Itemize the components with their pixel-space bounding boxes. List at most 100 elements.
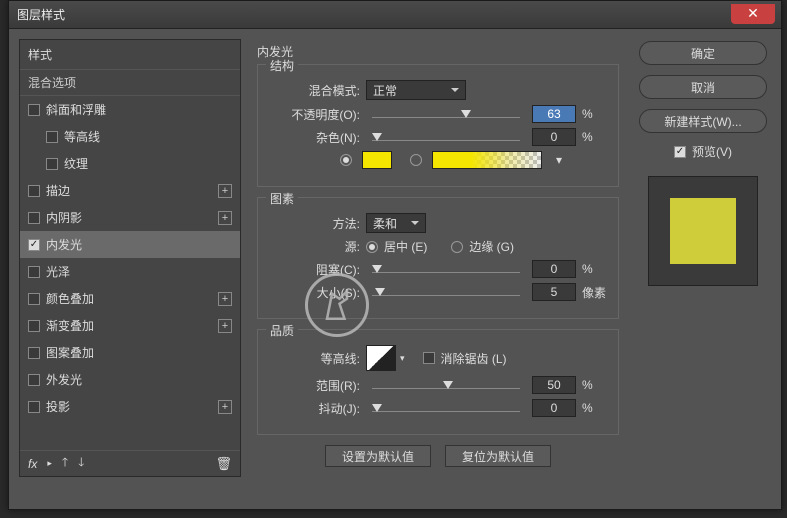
add-effect-icon[interactable]: + xyxy=(218,184,232,198)
style-item-9[interactable]: 图案叠加 xyxy=(20,339,240,366)
range-slider[interactable] xyxy=(372,377,520,393)
styles-header: 样式 xyxy=(20,40,240,70)
color-swatch[interactable] xyxy=(362,151,392,169)
style-checkbox[interactable] xyxy=(28,266,40,278)
size-input[interactable]: 5 xyxy=(532,283,576,301)
style-item-5[interactable]: 内发光 xyxy=(20,231,240,258)
style-label: 内发光 xyxy=(46,236,82,253)
style-label: 颜色叠加 xyxy=(46,290,94,307)
style-label: 渐变叠加 xyxy=(46,317,94,334)
style-item-0[interactable]: 斜面和浮雕 xyxy=(20,96,240,123)
structure-group: 结构 混合模式: 正常 不透明度(O): 63 % 杂色(N): 0 % xyxy=(257,64,619,187)
blend-mode-label: 混合模式: xyxy=(270,82,360,99)
range-label: 范围(R): xyxy=(270,377,360,394)
style-item-6[interactable]: 光泽 xyxy=(20,258,240,285)
style-label: 光泽 xyxy=(46,263,70,280)
jitter-input[interactable]: 0 xyxy=(532,399,576,417)
preview-swatch xyxy=(670,198,736,264)
style-item-8[interactable]: 渐变叠加 + xyxy=(20,312,240,339)
preview-checkbox[interactable] xyxy=(674,146,686,158)
style-item-1[interactable]: 等高线 xyxy=(20,123,240,150)
style-label: 描边 xyxy=(46,182,70,199)
choke-slider[interactable] xyxy=(372,261,520,277)
opacity-unit: % xyxy=(582,107,606,121)
contour-picker[interactable] xyxy=(366,345,396,371)
opacity-input[interactable]: 63 xyxy=(532,105,576,123)
style-item-10[interactable]: 外发光 xyxy=(20,366,240,393)
style-checkbox[interactable] xyxy=(28,185,40,197)
blend-mode-select[interactable]: 正常 xyxy=(366,80,466,100)
quality-legend: 品质 xyxy=(266,322,298,339)
new-style-button[interactable]: 新建样式(W)... xyxy=(639,109,767,133)
styles-list-panel: 样式 混合选项 斜面和浮雕等高线纹理描边 + 内阴影 + 内发光光泽颜色叠加 + 渐变叠加 +… xyxy=(19,39,241,477)
technique-select[interactable]: 柔和 xyxy=(366,213,426,233)
style-item-11[interactable]: 投影+ xyxy=(20,393,240,420)
blend-options-item[interactable]: 混合选项 xyxy=(20,70,240,96)
ok-button[interactable]: 确定 xyxy=(639,41,767,65)
gradient-radio[interactable] xyxy=(410,154,422,166)
style-label: 等高线 xyxy=(64,128,100,145)
style-checkbox[interactable] xyxy=(28,212,40,224)
add-effect-icon[interactable]: + xyxy=(218,319,232,333)
style-checkbox[interactable] xyxy=(28,239,40,251)
range-input[interactable]: 50 xyxy=(532,376,576,394)
noise-input[interactable]: 0 xyxy=(532,128,576,146)
size-label: 大小(S): xyxy=(270,284,360,301)
jitter-slider[interactable] xyxy=(372,400,520,416)
contour-label: 等高线: xyxy=(270,350,360,367)
gradient-swatch[interactable] xyxy=(432,151,542,169)
noise-unit: % xyxy=(582,130,606,144)
color-radio[interactable] xyxy=(340,154,352,166)
close-button[interactable]: ✕ xyxy=(731,4,775,24)
cancel-button[interactable]: 取消 xyxy=(639,75,767,99)
add-effect-icon[interactable]: + xyxy=(218,292,232,306)
size-slider[interactable] xyxy=(372,284,520,300)
opacity-slider[interactable] xyxy=(372,106,520,122)
style-checkbox[interactable] xyxy=(46,158,58,170)
style-item-3[interactable]: 描边 + xyxy=(20,177,240,204)
style-checkbox[interactable] xyxy=(46,131,58,143)
make-default-button[interactable]: 设置为默认值 xyxy=(325,445,431,467)
antialias-label: 消除锯齿 (L) xyxy=(441,350,507,367)
style-checkbox[interactable] xyxy=(28,293,40,305)
styles-footer: fx ▸ 🡑 🡓 🗑 xyxy=(20,450,240,476)
preview-label: 预览(V) xyxy=(692,143,732,160)
size-unit: 像素 xyxy=(582,284,606,301)
style-label: 内阴影 xyxy=(46,209,82,226)
fx-icon[interactable]: fx xyxy=(28,457,37,471)
range-unit: % xyxy=(582,378,606,392)
style-checkbox[interactable] xyxy=(28,374,40,386)
source-edge-label: 边缘 (G) xyxy=(469,238,514,255)
style-checkbox[interactable] xyxy=(28,401,40,413)
effect-title: 内发光 xyxy=(257,43,619,60)
move-up-icon[interactable]: 🡑 xyxy=(62,453,68,474)
choke-input[interactable]: 0 xyxy=(532,260,576,278)
source-edge-radio[interactable] xyxy=(451,241,463,253)
source-center-radio[interactable] xyxy=(366,241,378,253)
gradient-dropdown-icon[interactable]: ▾ xyxy=(552,153,566,167)
jitter-unit: % xyxy=(582,401,606,415)
style-item-7[interactable]: 颜色叠加 + xyxy=(20,285,240,312)
settings-panel: 内发光 结构 混合模式: 正常 不透明度(O): 63 % 杂色(N): 0 xyxy=(249,39,627,477)
trash-icon[interactable]: 🗑 xyxy=(215,456,232,472)
technique-label: 方法: xyxy=(270,215,360,232)
antialias-checkbox[interactable] xyxy=(423,352,435,364)
quality-group: 品质 等高线: ▾ 消除锯齿 (L) 范围(R): 50 % 抖动(J): xyxy=(257,329,619,435)
style-item-4[interactable]: 内阴影 + xyxy=(20,204,240,231)
style-checkbox[interactable] xyxy=(28,104,40,116)
move-down-icon[interactable]: 🡓 xyxy=(78,453,84,474)
add-effect-icon[interactable]: + xyxy=(218,400,232,414)
style-label: 纹理 xyxy=(64,155,88,172)
add-effect-icon[interactable]: + xyxy=(218,211,232,225)
style-label: 图案叠加 xyxy=(46,344,94,361)
noise-slider[interactable] xyxy=(372,129,520,145)
source-center-label: 居中 (E) xyxy=(384,238,427,255)
style-checkbox[interactable] xyxy=(28,347,40,359)
reset-default-button[interactable]: 复位为默认值 xyxy=(445,445,551,467)
jitter-label: 抖动(J): xyxy=(270,400,360,417)
preview-box xyxy=(648,176,758,286)
style-item-2[interactable]: 纹理 xyxy=(20,150,240,177)
style-checkbox[interactable] xyxy=(28,320,40,332)
window-title: 图层样式 xyxy=(17,6,65,23)
titlebar[interactable]: 图层样式 ✕ xyxy=(9,1,781,29)
